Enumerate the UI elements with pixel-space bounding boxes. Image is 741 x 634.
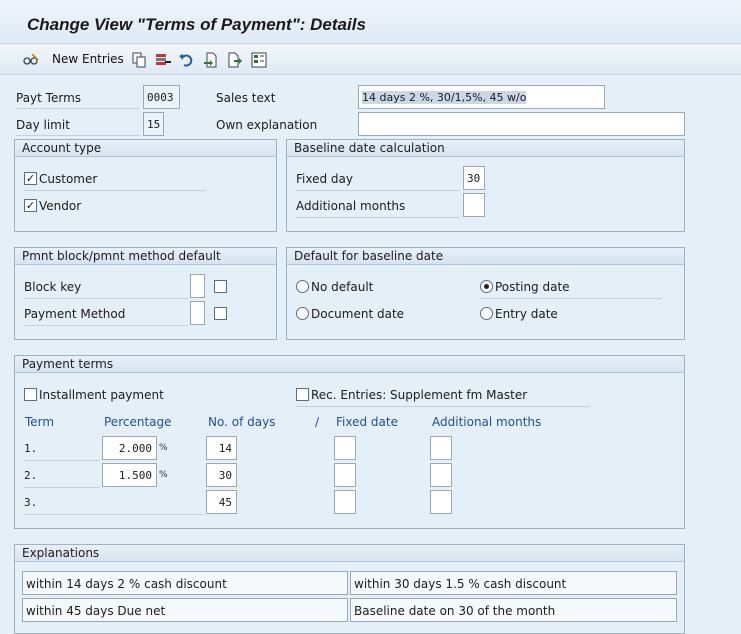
explanation-line: Baseline date on 30 of the month (350, 598, 677, 622)
own-explanation-field[interactable] (358, 112, 685, 136)
delete-icon[interactable] (155, 52, 171, 68)
col-header-term: Term (25, 415, 55, 429)
posting-date-label: Posting date (495, 280, 570, 294)
label-underline (24, 460, 100, 461)
payment-method-label: Payment Method (24, 307, 126, 321)
group-title: Payment terms (15, 356, 684, 373)
vendor-checkbox[interactable]: ✓ (24, 199, 37, 212)
percentage-field[interactable]: 1.500 (102, 463, 157, 487)
fixed-date-field[interactable] (334, 463, 356, 487)
explanation-line: within 45 days Due net (22, 598, 348, 622)
no-default-label: No default (311, 280, 374, 294)
rec-entries-label: Rec. Entries: Supplement fm Master (311, 388, 528, 402)
explanation-line: within 14 days 2 % cash discount (22, 571, 348, 595)
label-underline (24, 190, 206, 191)
customer-label: Customer (39, 172, 98, 186)
percent-sign: % (159, 443, 168, 453)
vendor-label: Vendor (39, 199, 82, 213)
days-field[interactable]: 14 (206, 436, 237, 460)
installment-payment-checkbox[interactable] (24, 388, 37, 401)
label-underline (24, 514, 204, 515)
col-header-slash: / (315, 415, 320, 429)
group-title: Baseline date calculation (287, 140, 684, 157)
block-key-field[interactable] (190, 274, 205, 298)
select-icon[interactable] (251, 52, 267, 68)
new-entries-button[interactable]: New Entries (52, 52, 124, 66)
additional-months-field[interactable] (430, 490, 452, 514)
document-date-label: Document date (311, 307, 405, 321)
edit-glasses-icon[interactable] (23, 52, 39, 68)
group-title: Default for baseline date (287, 248, 684, 265)
sales-text-label: Sales text (216, 91, 276, 105)
import-icon[interactable] (203, 52, 219, 68)
label-underline (16, 108, 140, 109)
fixed-day-field[interactable]: 30 (463, 166, 485, 190)
days-field[interactable]: 45 (206, 490, 237, 514)
undo-icon[interactable] (178, 52, 194, 68)
copy-icon[interactable] (131, 52, 147, 68)
col-header-additional-months: Additional months (432, 415, 542, 429)
posting-date-radio[interactable] (480, 280, 493, 293)
payment-method-field[interactable] (190, 301, 205, 325)
day-limit-label: Day limit (16, 118, 70, 132)
group-title: Pmnt block/pmnt method default (15, 248, 276, 265)
label-underline (480, 298, 662, 299)
label-underline (16, 135, 140, 136)
payt-terms-field[interactable]: 0003 (143, 85, 180, 109)
sales-text-value: 14 days 2 %, 30/1,5%, 45 w/o (362, 91, 527, 104)
sales-text-field[interactable]: 14 days 2 %, 30/1,5%, 45 w/o (358, 85, 605, 109)
additional-months-label: Additional months (296, 199, 406, 213)
additional-months-field[interactable] (430, 436, 452, 460)
additional-months-field[interactable] (430, 463, 452, 487)
label-underline (296, 217, 460, 218)
fixed-date-field[interactable] (334, 490, 356, 514)
document-date-radio[interactable] (296, 307, 309, 320)
payment-method-checkbox[interactable] (214, 307, 227, 320)
col-header-days: No. of days (208, 415, 276, 429)
col-header-fixed-date: Fixed date (336, 415, 398, 429)
label-underline (24, 298, 188, 299)
no-default-radio[interactable] (296, 280, 309, 293)
term-number: 3. (24, 496, 38, 509)
explanation-line: within 30 days 1.5 % cash discount (350, 571, 677, 595)
entry-date-radio[interactable] (480, 307, 493, 320)
label-underline (296, 406, 590, 407)
entry-date-label: Entry date (495, 307, 558, 321)
group-title: Account type (15, 140, 276, 157)
installment-payment-label: Installment payment (39, 388, 164, 402)
label-underline (24, 487, 100, 488)
term-number: 1. (24, 442, 38, 455)
own-explanation-label: Own explanation (216, 118, 318, 132)
day-limit-field[interactable]: 15 (143, 112, 164, 136)
transport-icon[interactable] (227, 52, 243, 68)
rec-entries-checkbox[interactable] (296, 388, 309, 401)
col-header-percentage: Percentage (104, 415, 172, 429)
customer-checkbox[interactable]: ✓ (24, 172, 37, 185)
label-underline (296, 190, 460, 191)
label-underline (24, 325, 188, 326)
percentage-field[interactable]: 2.000 (102, 436, 157, 460)
group-title: Explanations (15, 545, 684, 562)
block-key-label: Block key (24, 280, 82, 294)
block-key-checkbox[interactable] (214, 280, 227, 293)
percent-sign: % (159, 470, 168, 480)
payt-terms-label: Payt Terms (16, 91, 82, 105)
term-number: 2. (24, 469, 38, 482)
fixed-date-field[interactable] (334, 436, 356, 460)
days-field[interactable]: 30 (206, 463, 237, 487)
fixed-day-label: Fixed day (296, 172, 353, 186)
page-title: Change View "Terms of Payment": Details (27, 15, 366, 34)
additional-months-field[interactable] (463, 193, 485, 217)
